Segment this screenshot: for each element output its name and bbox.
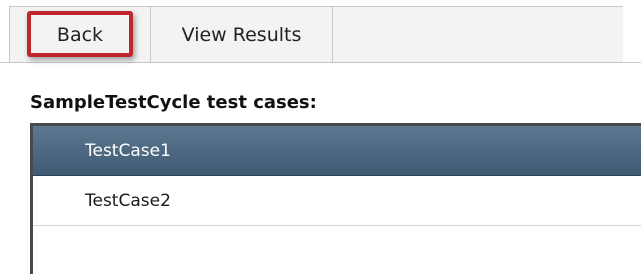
- section-title: SampleTestCycle test cases:: [30, 92, 317, 113]
- toolbar: Back View Results: [0, 0, 641, 63]
- view-results-button[interactable]: View Results: [151, 6, 333, 62]
- back-button[interactable]: Back: [10, 6, 151, 62]
- list-item-testcase2[interactable]: TestCase2: [33, 176, 641, 226]
- tab-strip: Back View Results: [10, 6, 623, 62]
- list-item-label: TestCase1: [85, 140, 171, 161]
- list-item-testcase1[interactable]: TestCase1: [33, 126, 641, 176]
- back-button-label: Back: [56, 23, 104, 46]
- tab-strip-filler: [333, 6, 623, 62]
- test-case-list[interactable]: TestCase1 TestCase2: [30, 123, 641, 274]
- list-item-label: TestCase2: [85, 190, 171, 211]
- view-results-button-label: View Results: [181, 23, 302, 46]
